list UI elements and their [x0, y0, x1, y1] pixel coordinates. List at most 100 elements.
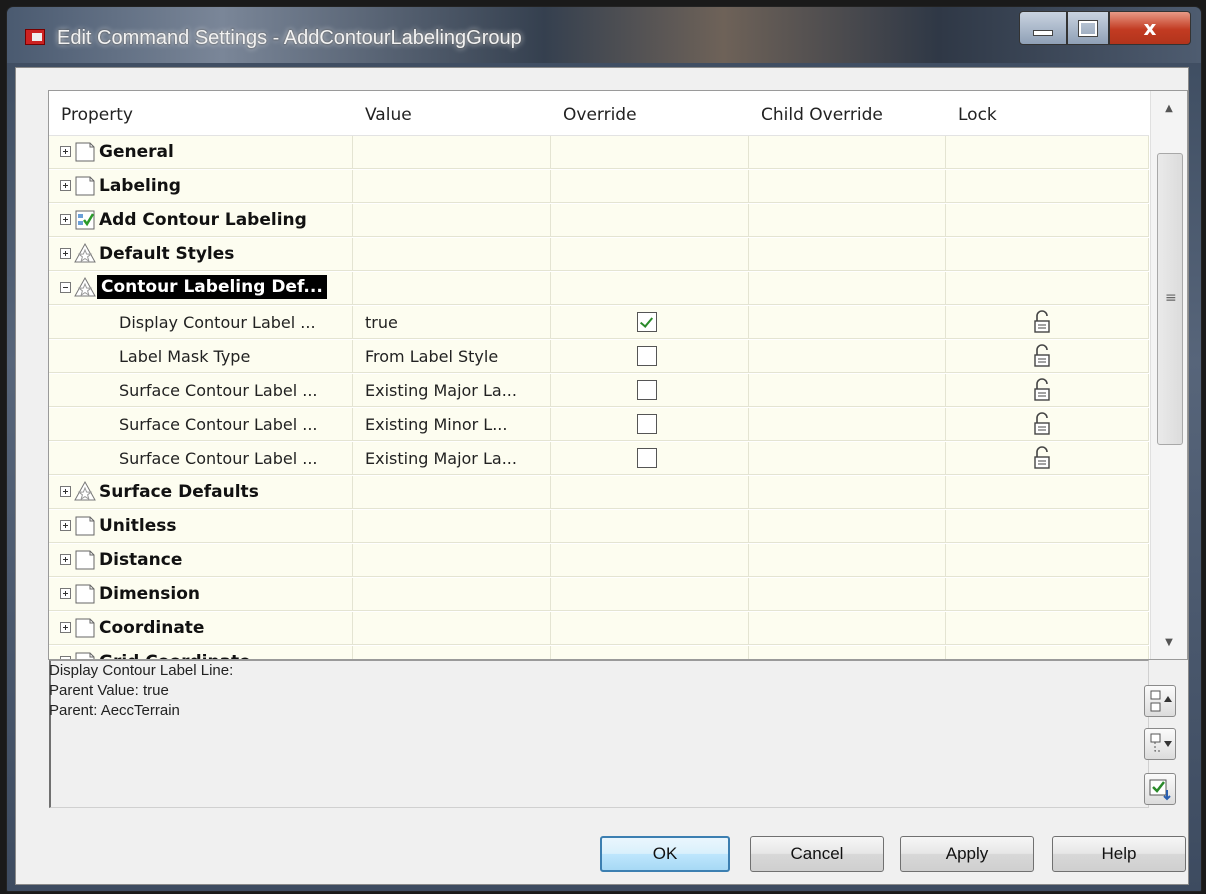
property-row[interactable]: Label Mask Type From Label Style	[49, 340, 1149, 374]
column-header-property[interactable]: Property	[61, 105, 133, 125]
lock-cell[interactable]	[946, 170, 1149, 203]
expand-icon[interactable]	[60, 146, 71, 157]
property-value[interactable]: true	[365, 313, 398, 332]
expand-icon[interactable]	[60, 180, 71, 191]
lock-icon[interactable]	[1032, 378, 1052, 402]
group-row[interactable]: Coordinate	[49, 612, 1149, 646]
lock-cell[interactable]	[946, 238, 1149, 271]
group-row[interactable]: General	[49, 136, 1149, 170]
child-override-cell[interactable]	[749, 238, 946, 271]
property-value[interactable]: Existing Major La...	[365, 449, 517, 468]
child-override-cell[interactable]	[749, 204, 946, 237]
scrollbar-thumb[interactable]: ≡	[1157, 153, 1183, 445]
group-row[interactable]: Grid Coordinate	[49, 646, 1149, 659]
expand-icon[interactable]	[60, 520, 71, 531]
value-cell[interactable]: true	[353, 306, 551, 339]
expand-icon[interactable]	[60, 214, 71, 225]
lock-cell[interactable]	[946, 374, 1149, 407]
cancel-button[interactable]: Cancel	[750, 836, 884, 872]
collapse-icon[interactable]	[60, 282, 71, 293]
override-cell[interactable]	[551, 170, 749, 203]
move-down-button[interactable]	[1144, 728, 1176, 760]
child-override-cell[interactable]	[749, 136, 946, 169]
lock-cell[interactable]	[946, 136, 1149, 169]
override-cell[interactable]	[551, 306, 749, 339]
expand-icon[interactable]	[60, 486, 71, 497]
property-value[interactable]: Existing Major La...	[365, 381, 517, 400]
lock-cell[interactable]	[946, 612, 1149, 645]
override-cell[interactable]	[551, 476, 749, 509]
ok-button[interactable]: OK	[600, 836, 730, 872]
override-checkbox[interactable]	[637, 448, 657, 468]
value-cell[interactable]	[353, 204, 551, 237]
column-header-child-override[interactable]: Child Override	[761, 105, 883, 125]
property-grid[interactable]: Property Value Override Child Override L…	[48, 90, 1188, 660]
override-cell[interactable]	[551, 238, 749, 271]
value-cell[interactable]	[353, 510, 551, 543]
expand-icon[interactable]	[60, 554, 71, 565]
override-cell[interactable]	[551, 544, 749, 577]
lock-cell[interactable]	[946, 340, 1149, 373]
expand-icon[interactable]	[60, 248, 71, 259]
child-override-cell[interactable]	[749, 544, 946, 577]
child-override-cell[interactable]	[749, 170, 946, 203]
override-checkbox[interactable]	[637, 346, 657, 366]
property-value[interactable]: From Label Style	[365, 347, 498, 366]
child-override-cell[interactable]	[749, 272, 946, 305]
lock-cell[interactable]	[946, 306, 1149, 339]
value-cell[interactable]	[353, 578, 551, 611]
child-override-cell[interactable]	[749, 646, 946, 659]
value-cell[interactable]	[353, 476, 551, 509]
expand-icon[interactable]	[60, 622, 71, 633]
value-cell[interactable]: From Label Style	[353, 340, 551, 373]
lock-cell[interactable]	[946, 476, 1149, 509]
lock-cell[interactable]	[946, 578, 1149, 611]
lock-cell[interactable]	[946, 408, 1149, 441]
property-row[interactable]: Display Contour Label ... true	[49, 306, 1149, 340]
property-row[interactable]: Surface Contour Label ... Existing Major …	[49, 442, 1149, 476]
property-value[interactable]: Existing Minor L...	[365, 415, 507, 434]
apply-button[interactable]: Apply	[900, 836, 1034, 872]
minimize-button[interactable]	[1019, 11, 1067, 45]
group-row[interactable]: Labeling	[49, 170, 1149, 204]
lock-icon[interactable]	[1032, 344, 1052, 368]
value-cell[interactable]: Existing Major La...	[353, 442, 551, 475]
vertical-scrollbar[interactable]: ▲ ≡ ▼	[1150, 91, 1187, 659]
lock-cell[interactable]	[946, 646, 1149, 659]
child-override-cell[interactable]	[749, 612, 946, 645]
child-override-cell[interactable]	[749, 476, 946, 509]
column-header-value[interactable]: Value	[365, 105, 412, 125]
column-header-lock[interactable]: Lock	[958, 105, 997, 125]
group-row[interactable]: Add Contour Labeling	[49, 204, 1149, 238]
group-row[interactable]: Dimension	[49, 578, 1149, 612]
value-cell[interactable]	[353, 272, 551, 305]
override-cell[interactable]	[551, 374, 749, 407]
move-up-button[interactable]	[1144, 685, 1176, 717]
child-override-cell[interactable]	[749, 340, 946, 373]
child-override-cell[interactable]	[749, 442, 946, 475]
property-row[interactable]: Surface Contour Label ... Existing Minor …	[49, 408, 1149, 442]
close-button[interactable]: x	[1109, 11, 1191, 45]
override-cell[interactable]	[551, 612, 749, 645]
override-cell[interactable]	[551, 136, 749, 169]
override-cell[interactable]	[551, 510, 749, 543]
scroll-down-icon[interactable]: ▼	[1151, 625, 1187, 659]
group-row[interactable]: Default Styles	[49, 238, 1149, 272]
maximize-button[interactable]	[1067, 11, 1109, 45]
override-cell[interactable]	[551, 442, 749, 475]
value-cell[interactable]	[353, 136, 551, 169]
override-checkbox[interactable]	[637, 380, 657, 400]
property-row[interactable]: Surface Contour Label ... Existing Major …	[49, 374, 1149, 408]
override-checkbox[interactable]	[637, 414, 657, 434]
child-override-cell[interactable]	[749, 408, 946, 441]
override-checkbox[interactable]	[637, 312, 657, 332]
lock-cell[interactable]	[946, 442, 1149, 475]
check-apply-button[interactable]	[1144, 773, 1176, 805]
override-cell[interactable]	[551, 646, 749, 659]
lock-cell[interactable]	[946, 544, 1149, 577]
child-override-cell[interactable]	[749, 374, 946, 407]
value-cell[interactable]	[353, 238, 551, 271]
lock-cell[interactable]	[946, 204, 1149, 237]
override-cell[interactable]	[551, 408, 749, 441]
lock-icon[interactable]	[1032, 412, 1052, 436]
